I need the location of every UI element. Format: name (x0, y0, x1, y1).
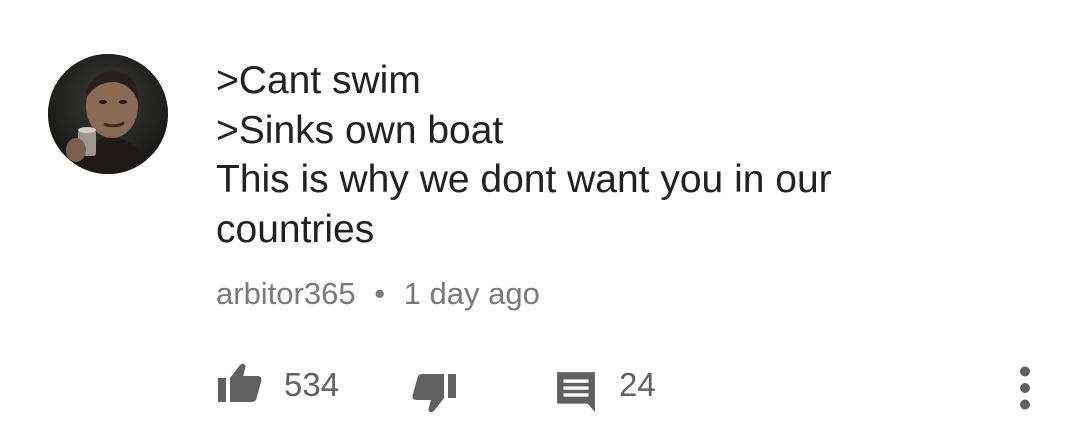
thumbs-down-icon[interactable] (410, 372, 458, 416)
comment-line: countries (216, 207, 375, 251)
comment-line: >Cant swim (216, 59, 421, 102)
comment-card: >Cant swim >Sinks own boat This is why w… (0, 0, 1080, 445)
more-vertical-icon[interactable] (1008, 366, 1042, 410)
comment-icon[interactable] (555, 370, 597, 412)
author-name[interactable]: arbitor365 (216, 276, 356, 311)
comment-line: >Sinks own boat (216, 108, 504, 152)
thumbs-up-icon[interactable] (216, 360, 264, 404)
meta-separator: • (374, 276, 386, 311)
comment-body: >Cant swim >Sinks own boat This is why w… (216, 56, 956, 254)
avatar[interactable] (48, 54, 168, 174)
like-count: 534 (284, 366, 340, 403)
comment-meta: arbitor365 • 1 day ago (216, 274, 540, 314)
comment-line: This is why we dont want you in our (216, 158, 832, 201)
avatar-image (48, 54, 168, 174)
reply-count: 24 (619, 366, 656, 403)
timestamp: 1 day ago (403, 276, 540, 311)
comment-actions: 534 24 (0, 360, 1080, 420)
